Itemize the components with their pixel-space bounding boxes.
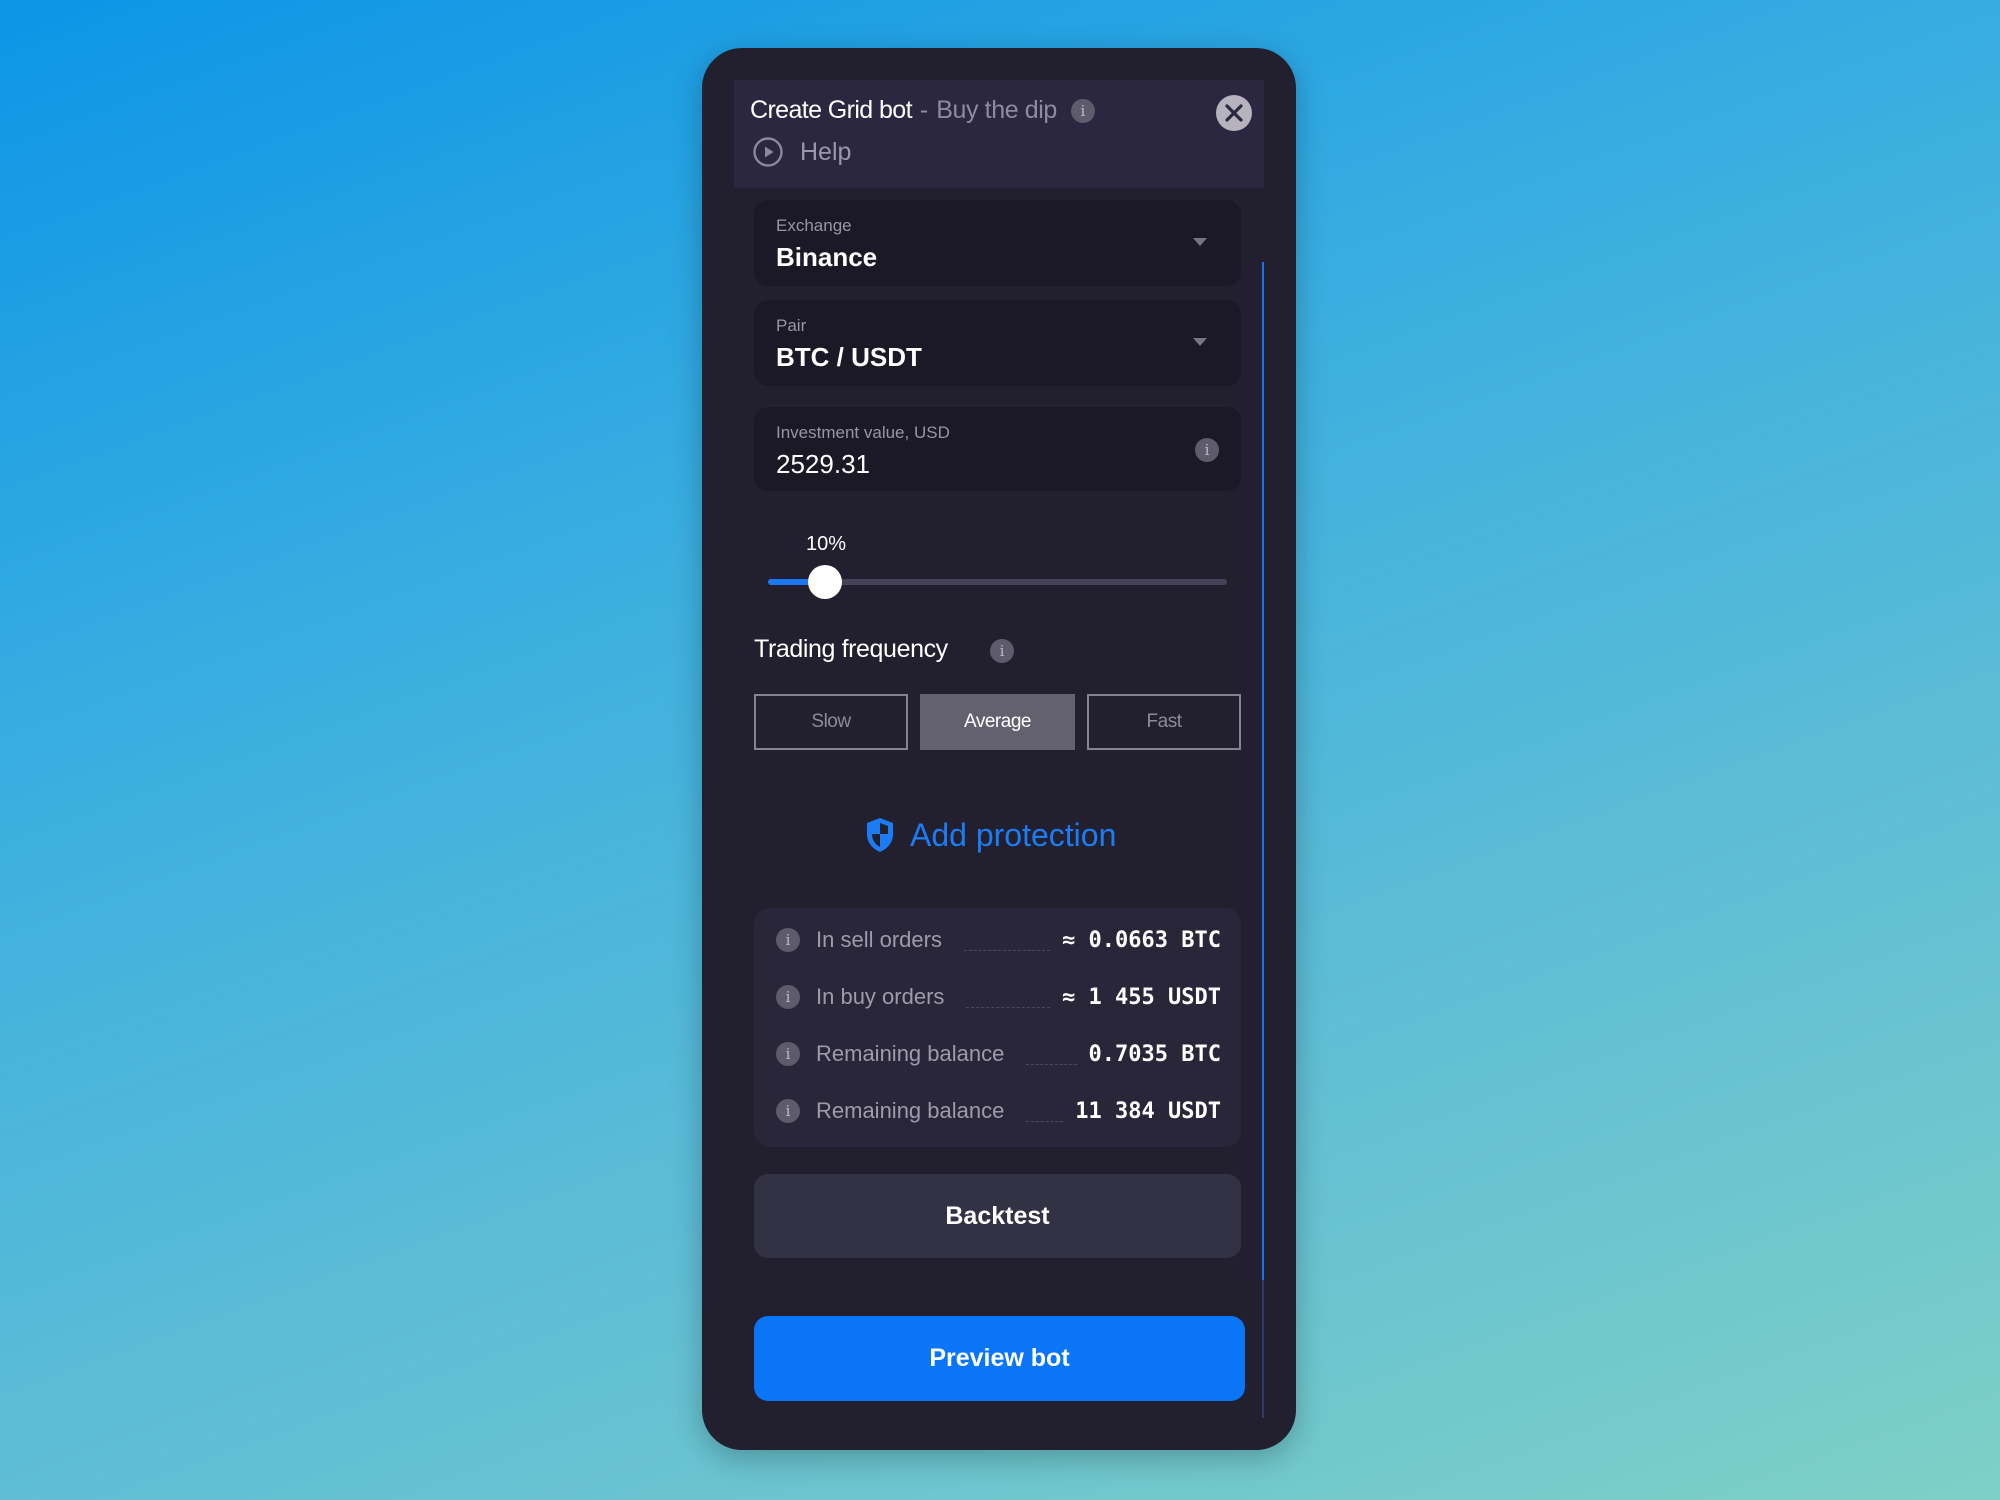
play-circle-icon — [753, 137, 783, 167]
exchange-select[interactable]: Exchange Binance — [754, 200, 1241, 286]
close-icon — [1225, 104, 1243, 122]
chevron-down-icon — [1193, 338, 1207, 346]
scrollbar-thumb[interactable] — [1262, 262, 1264, 1280]
dotted-leader — [966, 1006, 1051, 1008]
frequency-average-button[interactable]: Average — [920, 694, 1075, 750]
summary-row: i In buy orders ≈ 1 455 USDT — [776, 977, 1221, 1017]
title-separator: - — [919, 96, 929, 124]
investment-label: Investment value, USD — [776, 423, 950, 442]
summary-row: i In sell orders ≈ 0.0663 BTC — [776, 920, 1221, 960]
dotted-leader — [1026, 1120, 1064, 1122]
preview-bot-button[interactable]: Preview bot — [754, 1316, 1245, 1401]
backtest-button[interactable]: Backtest — [754, 1174, 1241, 1258]
pair-label: Pair — [776, 316, 807, 335]
frequency-fast-button[interactable]: Fast — [1087, 694, 1241, 750]
slider-value-label: 10% — [806, 533, 847, 555]
create-grid-bot-dialog: Create Grid bot - Buy the dip i Help Exc… — [702, 48, 1296, 1450]
dotted-leader — [963, 949, 1051, 951]
close-button[interactable] — [1216, 95, 1252, 131]
investment-input[interactable]: Investment value, USD 2529.31 i — [754, 407, 1241, 491]
frequency-slow-button[interactable]: Slow — [754, 694, 908, 750]
info-icon[interactable]: i — [776, 928, 800, 952]
summary-label: Remaining balance — [816, 1041, 1005, 1066]
help-label: Help — [800, 137, 852, 166]
summary-row: i Remaining balance 0.7035 BTC — [776, 1034, 1221, 1074]
info-icon[interactable]: i — [776, 1042, 800, 1066]
dotted-leader — [1026, 1063, 1077, 1065]
summary-label: In sell orders — [816, 927, 942, 952]
help-link[interactable]: Help — [752, 136, 851, 168]
pair-value: BTC / USDT — [776, 342, 922, 372]
shield-icon — [867, 818, 893, 852]
summary-label: In buy orders — [816, 984, 945, 1009]
scrollbar[interactable] — [1262, 262, 1264, 1418]
summary-value: 11 384 USDT — [1075, 1098, 1221, 1124]
pair-select[interactable]: Pair BTC / USDT — [754, 300, 1241, 386]
dialog-subtitle: Buy the dip — [936, 96, 1057, 124]
trading-frequency-label: Trading frequency — [754, 635, 948, 663]
chevron-down-icon — [1193, 238, 1207, 246]
info-icon[interactable]: i — [1070, 98, 1095, 123]
exchange-value: Binance — [776, 242, 878, 272]
info-icon[interactable]: i — [1195, 438, 1219, 462]
dialog-title: Create Grid bot — [750, 96, 913, 124]
exchange-label: Exchange — [776, 216, 852, 235]
investment-value[interactable]: 2529.31 — [776, 449, 870, 480]
investment-percent-slider[interactable] — [768, 565, 1227, 599]
summary-row: i Remaining balance 11 384 USDT — [776, 1091, 1221, 1131]
summary-value: ≈ 0.0663 BTC — [1062, 927, 1221, 953]
info-icon[interactable]: i — [990, 639, 1014, 663]
info-icon[interactable]: i — [776, 985, 800, 1009]
summary-label: Remaining balance — [816, 1098, 1005, 1123]
dialog-header: Create Grid bot - Buy the dip i Help — [734, 80, 1264, 188]
order-summary: i In sell orders ≈ 0.0663 BTC i In buy o… — [754, 908, 1241, 1147]
add-protection-label: Add protection — [910, 816, 1117, 853]
summary-value: 0.7035 BTC — [1088, 1041, 1221, 1067]
title-row: Create Grid bot - Buy the dip i — [750, 96, 1095, 125]
summary-value: ≈ 1 455 USDT — [1062, 984, 1221, 1010]
info-icon[interactable]: i — [776, 1099, 800, 1123]
add-protection-button[interactable]: Add protection — [864, 816, 1116, 854]
slider-thumb[interactable] — [808, 565, 842, 599]
